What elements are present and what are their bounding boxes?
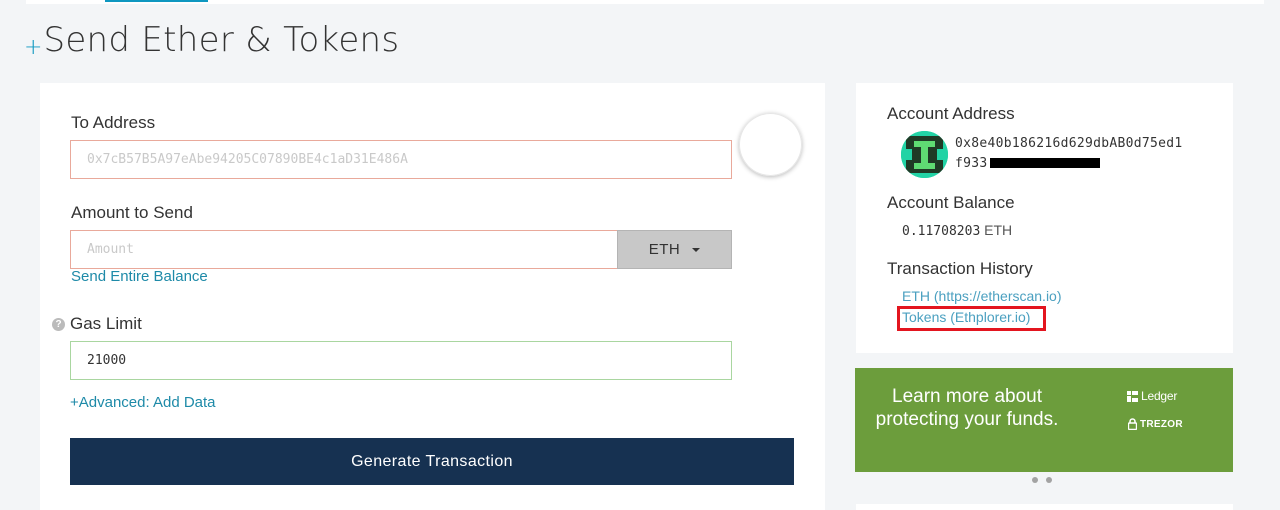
address-line-2-text: f933 [955, 156, 988, 171]
promo-text: Learn more about protecting your funds. [875, 386, 1059, 430]
address-line-1: 0x8e40b186216d629dbAB0d75ed1 [955, 136, 1183, 151]
send-entire-balance-link[interactable]: Send Entire Balance [71, 268, 208, 285]
page-title-text: Send Ether & Tokens [43, 20, 400, 60]
carousel-dots [1032, 477, 1052, 483]
trezor-label: TREZOR [1140, 418, 1183, 430]
highlight-annotation-box [897, 306, 1046, 331]
account-balance-label: Account Balance [887, 193, 1015, 212]
trezor-logo: TREZOR [1128, 418, 1183, 430]
to-address-label: To Address [71, 113, 156, 132]
transaction-history-label: Transaction History [887, 259, 1033, 278]
currency-dropdown-value: ETH [648, 241, 681, 258]
account-balance-value: 0.11708203 ETH [902, 222, 1012, 239]
carousel-dot[interactable] [1046, 477, 1052, 483]
balance-amount: 0.11708203 [902, 224, 981, 239]
gas-limit-input[interactable]: 21000 [70, 341, 732, 380]
amount-input[interactable]: Amount [70, 230, 618, 269]
to-address-input[interactable]: 0x7cB57B5A97eAbe94205C07890BE4c1aD31E486… [70, 140, 732, 179]
address-line-2: f933 [955, 154, 1205, 174]
amount-label: Amount to Send [71, 203, 193, 222]
lock-icon [1128, 418, 1137, 430]
carousel-dot[interactable] [1032, 477, 1038, 483]
ledger-icon [1127, 390, 1138, 402]
help-icon[interactable]: ? [52, 318, 65, 331]
top-nav-strip [26, 0, 1264, 4]
next-sidebar-card [856, 504, 1233, 510]
address-identicon-placeholder [739, 113, 802, 176]
currency-dropdown[interactable]: ETH [617, 230, 732, 269]
account-identicon [901, 131, 948, 178]
identicon-pattern-icon [901, 131, 948, 178]
account-address-value: 0x8e40b186216d629dbAB0d75ed1 f933 [955, 134, 1205, 174]
active-tab-indicator [105, 0, 208, 2]
generate-transaction-button[interactable]: Generate Transaction [70, 438, 794, 485]
title-plus-icon: + [24, 35, 43, 60]
gas-limit-label: Gas Limit [70, 314, 142, 333]
ledger-label: Ledger [1141, 389, 1178, 403]
balance-unit: ETH [984, 222, 1013, 238]
advanced-add-data-link[interactable]: +Advanced: Add Data [70, 394, 216, 411]
redaction-bar [989, 157, 1100, 168]
account-address-label: Account Address [887, 104, 1015, 123]
page-title: + Send Ether & Tokens [24, 20, 399, 64]
chevron-down-icon [692, 247, 701, 252]
ledger-logo: Ledger [1127, 389, 1177, 403]
etherscan-history-link[interactable]: ETH (https://etherscan.io) [902, 288, 1062, 304]
